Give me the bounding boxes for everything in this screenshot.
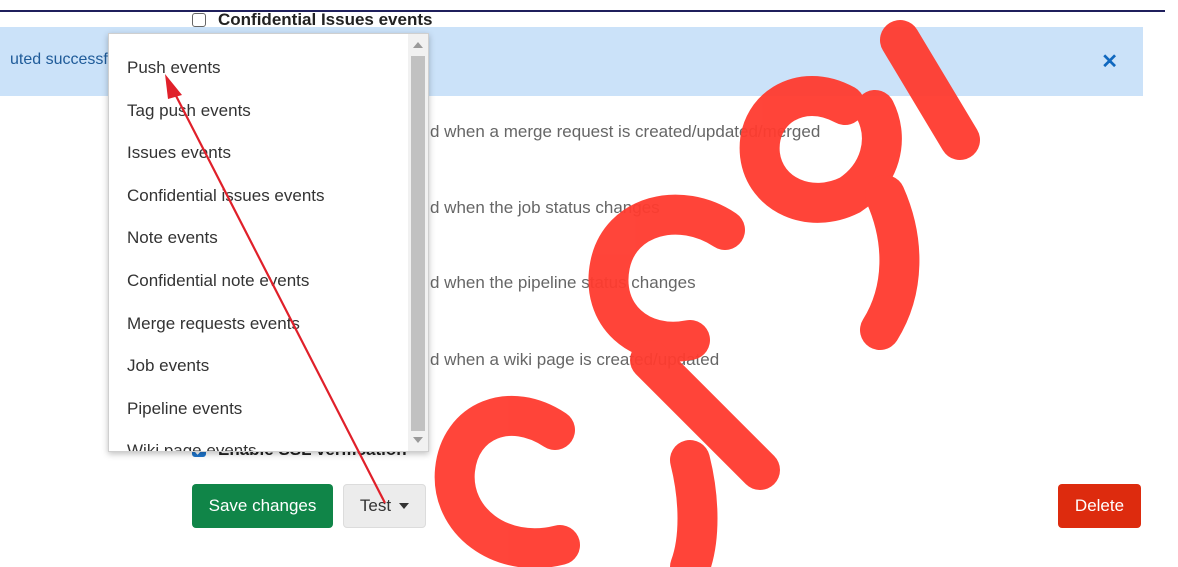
dropdown-scrollbar[interactable] <box>408 34 428 451</box>
top-border <box>0 10 1165 12</box>
delete-button[interactable]: Delete <box>1058 484 1141 528</box>
merge-request-description: d when a merge request is created/update… <box>430 122 821 141</box>
dropdown-item-wiki-page-events[interactable]: Wiki page events <box>109 430 407 451</box>
scroll-thumb[interactable] <box>411 56 425 431</box>
dropdown-item-note-events[interactable]: Note events <box>109 217 407 260</box>
job-description: d when the job status changes <box>430 198 660 217</box>
chevron-down-icon <box>399 503 410 509</box>
save-changes-button[interactable]: Save changes <box>192 484 333 528</box>
dropdown-item-confidential-issues-events[interactable]: Confidential issues events <box>109 175 407 218</box>
dropdown-item-issues-events[interactable]: Issues events <box>109 132 407 175</box>
close-icon[interactable]: ✕ <box>1101 49 1118 74</box>
dropdown-item-push-events[interactable]: Push events <box>109 47 407 90</box>
wiki-description: d when a wiki page is created/updated <box>430 350 720 369</box>
save-changes-label: Save changes <box>208 496 317 515</box>
dropdown-item-job-events[interactable]: Job events <box>109 345 407 388</box>
test-dropdown-button[interactable]: Test <box>343 484 426 528</box>
dropdown-item-confidential-note-events[interactable]: Confidential note events <box>109 260 407 303</box>
confidential-issues-checkbox[interactable] <box>192 13 206 27</box>
pipeline-description: d when the pipeline status changes <box>430 273 696 292</box>
watermark-glyphs <box>434 20 980 567</box>
test-events-dropdown[interactable]: Push events Tag push events Issues event… <box>108 33 429 452</box>
scroll-up-icon[interactable] <box>413 42 423 48</box>
dropdown-list: Push events Tag push events Issues event… <box>109 34 407 451</box>
dropdown-item-tag-push-events[interactable]: Tag push events <box>109 90 407 133</box>
scroll-down-icon[interactable] <box>413 437 423 443</box>
dropdown-item-merge-requests-events[interactable]: Merge requests events <box>109 303 407 346</box>
delete-label: Delete <box>1074 496 1125 515</box>
dropdown-item-pipeline-events[interactable]: Pipeline events <box>109 388 407 431</box>
test-label: Test <box>359 496 392 515</box>
